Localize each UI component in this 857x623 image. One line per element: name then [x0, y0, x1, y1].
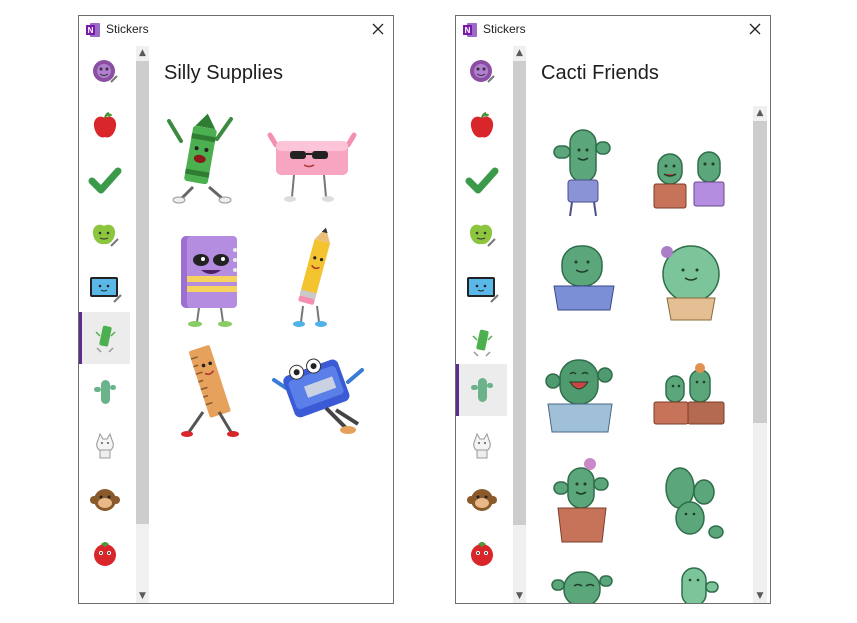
purple-emoji-icon: [469, 60, 495, 83]
scroll-up-arrow[interactable]: ▲: [136, 46, 149, 60]
category-apple[interactable]: [79, 100, 130, 152]
green-apple-face-icon: [469, 224, 496, 247]
sidebar-scrollbar[interactable]: ▲ ▼: [136, 46, 149, 603]
category-checkmark[interactable]: [456, 154, 507, 206]
ruler-sticker[interactable]: [173, 342, 249, 447]
category-checkmark[interactable]: [79, 154, 130, 206]
cactus-sticker-2[interactable]: [650, 144, 734, 219]
scroll-up-arrow[interactable]: ▲: [513, 46, 526, 60]
apple-icon: [93, 112, 116, 138]
category-emoji-purple[interactable]: [79, 46, 130, 98]
apple-icon: [470, 112, 493, 138]
cactus-sticker-7[interactable]: [550, 456, 614, 553]
category-sidebar: [456, 44, 511, 603]
close-button[interactable]: [369, 20, 387, 38]
close-icon: [749, 23, 761, 35]
scroll-thumb[interactable]: [753, 121, 767, 423]
title-bar: N Stickers: [456, 16, 770, 44]
cactus-sticker-6[interactable]: [648, 362, 734, 435]
sharpener-sticker[interactable]: [266, 346, 370, 447]
monkey-icon: [466, 489, 497, 511]
checkmark-icon: [88, 167, 121, 194]
content-scrollbar[interactable]: ▲ ▼: [753, 106, 767, 603]
category-tomato[interactable]: [79, 528, 130, 580]
green-apple-face-icon: [92, 224, 119, 247]
title-bar: N Stickers: [79, 16, 393, 44]
cactus-sticker-1[interactable]: [548, 124, 618, 227]
scroll-down-arrow[interactable]: ▼: [136, 589, 149, 603]
cactus-sticker-10[interactable]: [668, 564, 728, 603]
checkmark-icon: [465, 167, 498, 194]
category-apple-face[interactable]: [79, 208, 130, 260]
pencil-sticker[interactable]: [283, 226, 343, 335]
category-monkey[interactable]: [456, 474, 507, 526]
cactus-sticker-3[interactable]: [548, 242, 622, 323]
category-sidebar: [79, 44, 134, 603]
onenote-icon: N: [463, 23, 477, 37]
purple-emoji-icon: [92, 60, 118, 83]
cactus-sticker-8[interactable]: [658, 462, 728, 547]
monkey-icon: [89, 489, 120, 511]
scroll-down-arrow[interactable]: ▼: [513, 589, 526, 603]
cactus-icon: [470, 378, 493, 402]
crayon-icon: [94, 325, 116, 353]
window-title: Stickers: [106, 22, 149, 36]
scroll-down-arrow[interactable]: ▼: [753, 589, 767, 603]
tomato-icon: [93, 542, 116, 566]
category-monitor[interactable]: [456, 262, 507, 314]
cactus-sticker-9[interactable]: [548, 566, 618, 603]
svg-text:N: N: [88, 26, 94, 35]
cactus-sticker-4[interactable]: [653, 244, 729, 329]
comic-face-icon: [466, 592, 498, 604]
category-cacti-friends[interactable]: [79, 366, 130, 418]
comic-face-icon: [89, 592, 121, 604]
cat-icon: [472, 432, 491, 459]
category-tomato[interactable]: [456, 528, 507, 580]
monitor-icon: [89, 277, 122, 303]
category-monkey[interactable]: [79, 474, 130, 526]
tomato-icon: [470, 542, 493, 566]
scroll-thumb[interactable]: [513, 61, 526, 525]
category-apple-face[interactable]: [456, 208, 507, 260]
category-silly-supplies[interactable]: [456, 316, 507, 368]
scroll-up-arrow[interactable]: ▲: [753, 106, 767, 120]
sticker-content: Silly Supplies: [151, 44, 393, 603]
cactus-icon: [93, 380, 116, 404]
category-emoji-purple[interactable]: [456, 46, 507, 98]
category-comic[interactable]: [79, 582, 130, 604]
section-title: Silly Supplies: [164, 62, 283, 84]
category-cat[interactable]: [79, 420, 130, 472]
cat-icon: [95, 432, 114, 459]
notebook-sticker[interactable]: [173, 230, 245, 335]
window-title: Stickers: [483, 22, 526, 36]
sidebar-scrollbar[interactable]: ▲ ▼: [513, 46, 526, 603]
sticker-content: Cacti Friends ▲ ▼: [528, 44, 770, 603]
category-cacti-friends[interactable]: [456, 364, 507, 416]
category-monitor[interactable]: [79, 262, 130, 314]
close-icon: [372, 23, 384, 35]
scroll-thumb[interactable]: [136, 61, 149, 524]
cactus-sticker-5[interactable]: [542, 352, 618, 441]
category-apple[interactable]: [456, 100, 507, 152]
category-cat[interactable]: [456, 420, 507, 472]
stickers-window-left: N Stickers ▲ ▼ Silly Supplies: [78, 15, 394, 604]
crayon-sticker[interactable]: [161, 107, 241, 212]
category-comic[interactable]: [456, 582, 507, 604]
section-title: Cacti Friends: [541, 62, 659, 84]
monitor-icon: [466, 277, 499, 303]
category-silly-supplies[interactable]: [79, 312, 130, 364]
crayon-icon: [471, 329, 493, 357]
eraser-sticker[interactable]: [266, 127, 358, 212]
stickers-window-right: N Stickers ▲ ▼ Cacti Friends ▲ ▼: [455, 15, 771, 604]
close-button[interactable]: [746, 20, 764, 38]
onenote-icon: N: [86, 23, 100, 37]
svg-text:N: N: [465, 26, 471, 35]
